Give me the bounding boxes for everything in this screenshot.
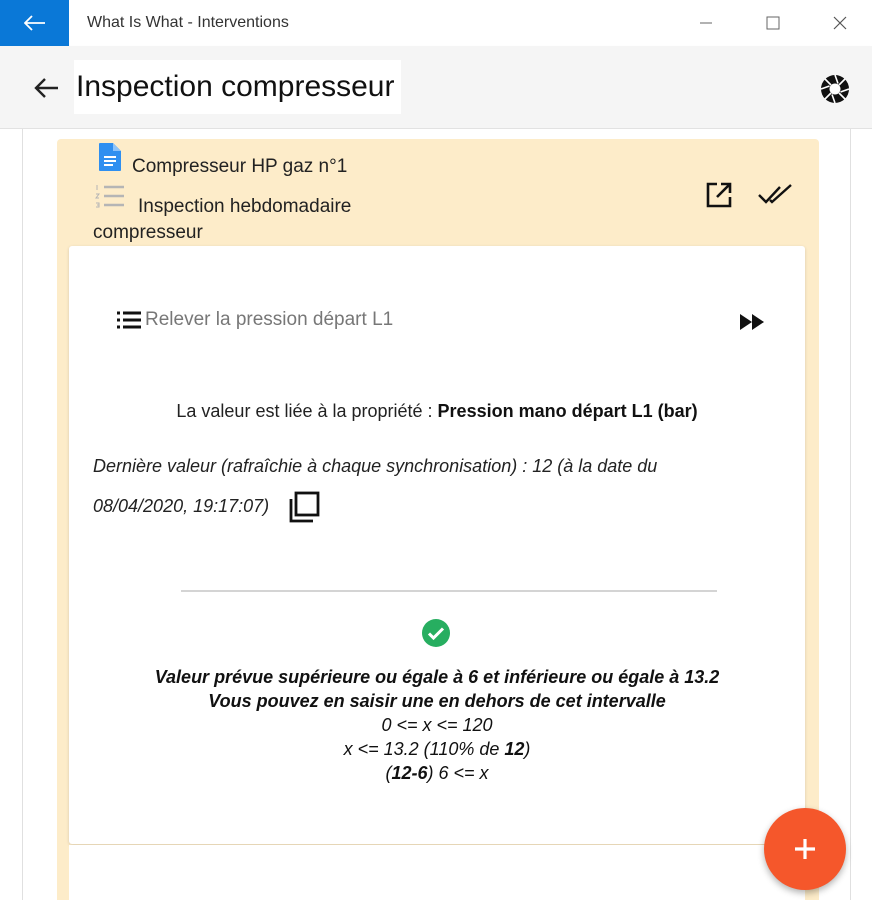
close-button[interactable] (820, 6, 860, 40)
expected-range: Valeur prévue supérieure ou égale à 6 et… (154, 667, 720, 687)
left-rail (22, 129, 23, 900)
arrow-left-icon (34, 78, 58, 98)
last-value-line-2: 08/04/2020, 19:17:07) (93, 496, 270, 516)
out-of-range-hint: Vous pouvez en saisir une en dehors de c… (208, 691, 666, 711)
list-icon (117, 311, 141, 329)
back-button[interactable] (30, 72, 62, 104)
constraint-1: 0 <= x <= 120 (381, 715, 493, 735)
next-step-panel (69, 845, 805, 900)
constraint-2-ref: 12 (504, 739, 525, 759)
copy-icon (289, 491, 320, 523)
constraint-2: x <= 13.2 (110% de 12) (69, 737, 805, 761)
minimize-button[interactable] (686, 6, 726, 40)
constraint-2-prefix: x <= 13.2 (110% de (343, 739, 505, 759)
step-panel: Relever la pression départ L1 La valeur … (69, 246, 805, 844)
document-icon (99, 143, 121, 171)
double-check-icon (758, 184, 792, 204)
last-value-line-2-row: 08/04/2020, 19:17:07) (93, 486, 783, 526)
property-prefix: La valeur est liée à la propriété : (176, 401, 438, 421)
maximize-icon (766, 16, 780, 30)
open-external-button[interactable] (703, 179, 735, 211)
page-title: Inspection compresseur (74, 60, 401, 114)
skip-step-button[interactable] (737, 308, 767, 336)
window-title: What Is What - Interventions (87, 14, 289, 31)
minimize-icon (700, 22, 712, 24)
constraint-3-suffix: ) 6 <= x (427, 763, 489, 783)
expected-value-info: Valeur prévue supérieure ou égale à 6 et… (69, 665, 805, 785)
constraint-2-suffix: ) (524, 739, 531, 759)
intervention-card: Compresseur HP gaz n°1 Inspection hebdom… (57, 139, 819, 900)
close-icon (833, 16, 847, 30)
divider (181, 590, 717, 592)
constraint-3: (12-6) 6 <= x (69, 761, 805, 785)
plus-icon (795, 839, 815, 859)
titlebar-back-button[interactable] (0, 0, 69, 46)
last-value-line-1: Dernière valeur (rafraîchie à chaque syn… (93, 456, 658, 476)
check-circle-icon (422, 619, 450, 647)
procedure-name: Inspection hebdomadaire compresseur (93, 196, 352, 243)
camera-shutter-icon (820, 74, 850, 104)
open-in-new-icon (706, 182, 732, 208)
app-header: Inspection compresseur (0, 46, 872, 129)
arrow-left-icon (23, 15, 45, 31)
step-label: Relever la pression départ L1 (145, 309, 394, 330)
right-rail (850, 129, 851, 900)
maximize-button[interactable] (753, 6, 793, 40)
constraint-3-ref: 12-6 (391, 763, 428, 783)
window-title-bar: What Is What - Interventions (0, 0, 872, 46)
last-value: Dernière valeur (rafraîchie à chaque syn… (93, 446, 783, 526)
camera-button[interactable] (818, 72, 852, 106)
content-area: Compresseur HP gaz n°1 Inspection hebdom… (0, 129, 872, 900)
add-button[interactable] (764, 808, 846, 890)
equipment-name: Compresseur HP gaz n°1 (132, 156, 348, 177)
copy-last-value-button[interactable] (287, 490, 321, 524)
linked-property: La valeur est liée à la propriété : Pres… (69, 401, 805, 422)
mark-done-button[interactable] (757, 179, 795, 211)
property-name: Pression mano départ L1 (bar) (437, 401, 698, 421)
step-header: Relever la pression départ L1 (116, 306, 393, 334)
fast-forward-icon (740, 314, 764, 330)
